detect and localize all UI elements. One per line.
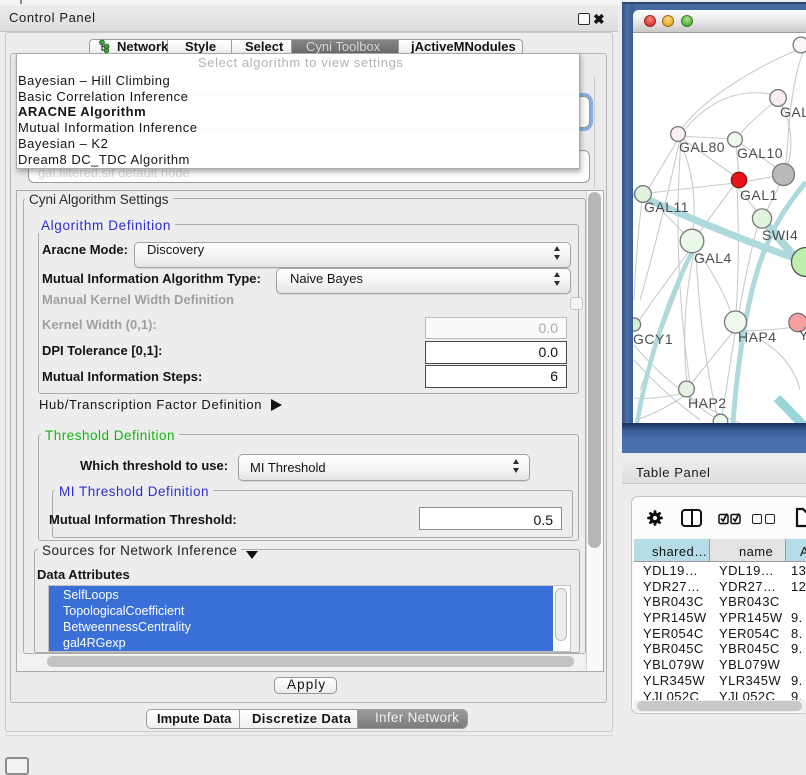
svg-text:HAP2: HAP2	[688, 395, 727, 411]
svg-text:SWI4: SWI4	[762, 227, 798, 243]
svg-text:GAL4: GAL4	[694, 250, 732, 266]
svg-text:GAL80: GAL80	[679, 139, 725, 155]
svg-text:Y: Y	[799, 327, 806, 343]
svg-text:GAL10: GAL10	[737, 145, 783, 161]
svg-text:HAP4: HAP4	[738, 329, 777, 345]
svg-text:GAL11: GAL11	[644, 199, 689, 215]
svg-text:GAL1: GAL1	[740, 187, 778, 203]
svg-text:GAL2: GAL2	[780, 104, 806, 120]
svg-text:GCY1: GCY1	[633, 331, 673, 347]
